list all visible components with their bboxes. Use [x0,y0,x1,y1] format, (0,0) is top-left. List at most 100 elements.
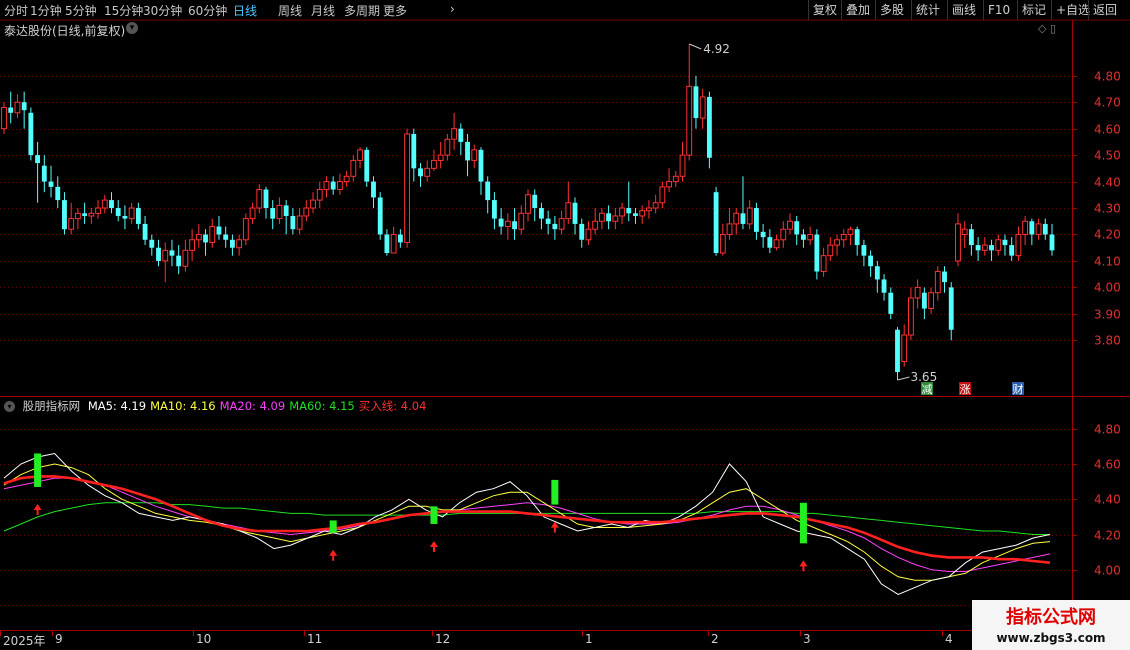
candle-body-118 [794,221,800,235]
candle-body-44 [296,215,303,230]
candle-body-34 [229,239,235,248]
main-price-axis: 4.80 4.70 4.60 4.50 4.40 4.30 4.20 4.10 4.00 3.90… [1072,70,1121,348]
candle-body-24 [162,249,169,262]
candle-body-138 [928,292,934,310]
candle-body-115 [773,239,780,249]
candle-body-30 [203,234,208,243]
main-price-label-2: 4.60 [1094,123,1121,137]
candle-body-116 [780,228,787,241]
candle-body-7 [48,181,54,187]
candle-body-148 [995,239,1002,251]
buy-arrowhead-2 [429,540,438,547]
candle-body-14 [95,207,101,214]
candle-body-153 [1029,221,1035,235]
candle-body-64 [431,159,437,169]
candle-body-111 [746,207,753,225]
watermark: 指标公式网 www.zbgs3.com [972,600,1130,650]
candle-body-22 [149,239,155,248]
buy-signal-bar-4 [799,502,807,544]
candle-body-38 [256,189,263,209]
candle-body-113 [760,231,766,238]
candle-body-121 [814,234,820,272]
candle-body-128 [861,245,867,256]
candle-body-45 [303,207,310,217]
date-label-5: 1 [582,631,593,646]
series-line-4 [3,475,1051,564]
candle-body-86 [579,223,585,240]
candle-body-87 [585,228,592,241]
candle-body-97 [652,202,659,209]
candle-body-92 [619,207,625,217]
candle-body-8 [55,186,61,201]
candle-body-122 [820,255,827,273]
candle-body-131 [881,279,887,293]
buy-signal-bar-1 [329,520,337,533]
date-label-6: 2 [708,631,719,646]
candle-body-147 [989,245,994,251]
date-label-8: 4 [942,631,953,646]
candle-body-58 [390,233,397,254]
candle-body-69 [465,141,470,161]
candle-body-108 [726,223,733,235]
candle-body-57 [384,234,390,254]
buy-signal-bar-3 [551,479,559,505]
event-marker-0[interactable]: 减 [922,383,933,396]
indicator-value-1: MA10: 4.16 [150,399,216,413]
candle-body-70 [471,149,478,161]
candle-body-105 [706,96,712,158]
candle-body-56 [377,197,383,235]
candle-body-144 [968,229,974,246]
candle-body-85 [572,202,578,224]
candle-body-107 [719,233,726,254]
candle-body-16 [109,200,114,209]
candle-body-43 [290,215,296,230]
candle-body-95 [639,210,646,217]
candle-body-19 [128,207,135,220]
main-price-label-7: 4.10 [1094,255,1121,269]
candle-body-12 [82,213,88,216]
event-marker-2[interactable]: 财 [1013,382,1024,396]
candle-body-123 [827,244,834,257]
chevron-down-icon[interactable]: ▾ [4,401,15,412]
event-marker-1[interactable]: 涨 [960,383,971,396]
candle-body-1 [8,107,14,113]
candle-body-39 [263,189,269,209]
candle-body-136 [914,286,921,299]
main-price-label-1: 4.70 [1094,96,1121,110]
candle-body-140 [942,271,947,283]
candle-body-103 [693,86,699,119]
candle-body-62 [418,168,423,177]
buy-arrowhead-1 [329,549,338,556]
low-pointer [897,376,910,381]
indicator-value-4: 买入线: 4.04 [358,399,427,413]
candle-body-51 [343,175,350,183]
candle-body-5 [35,155,41,164]
candle-body-152 [1022,220,1029,235]
candle-body-36 [242,218,249,241]
candle-body-2 [14,101,21,114]
candle-body-156 [1049,234,1055,251]
indicator-price-label-3: 4.20 [1094,529,1121,543]
candle-body-10 [68,218,75,230]
candle-body-13 [88,212,95,217]
candle-body-50 [336,181,343,191]
indicator-price-axis: 4.804.604.404.204.003.80 [1072,423,1121,613]
candle-body-126 [847,228,854,235]
indicator-signals [33,453,808,572]
indicator-price-label-1: 4.60 [1094,458,1121,472]
candle-body-98 [659,186,666,204]
candle-body-29 [195,233,202,241]
candle-body-94 [633,213,638,216]
candle-body-65 [437,154,444,161]
candle-body-26 [176,255,182,267]
candle-body-23 [156,247,161,261]
candle-body-67 [451,128,458,140]
candle-body-112 [753,208,759,232]
candle-body-42 [283,205,289,216]
main-price-label-10: 3.80 [1094,334,1121,348]
candle-body-81 [545,218,551,224]
main-price-label-5: 4.30 [1094,202,1121,216]
candle-body-61 [411,133,417,169]
candle-body-129 [868,255,874,267]
candle-body-80 [539,208,544,219]
